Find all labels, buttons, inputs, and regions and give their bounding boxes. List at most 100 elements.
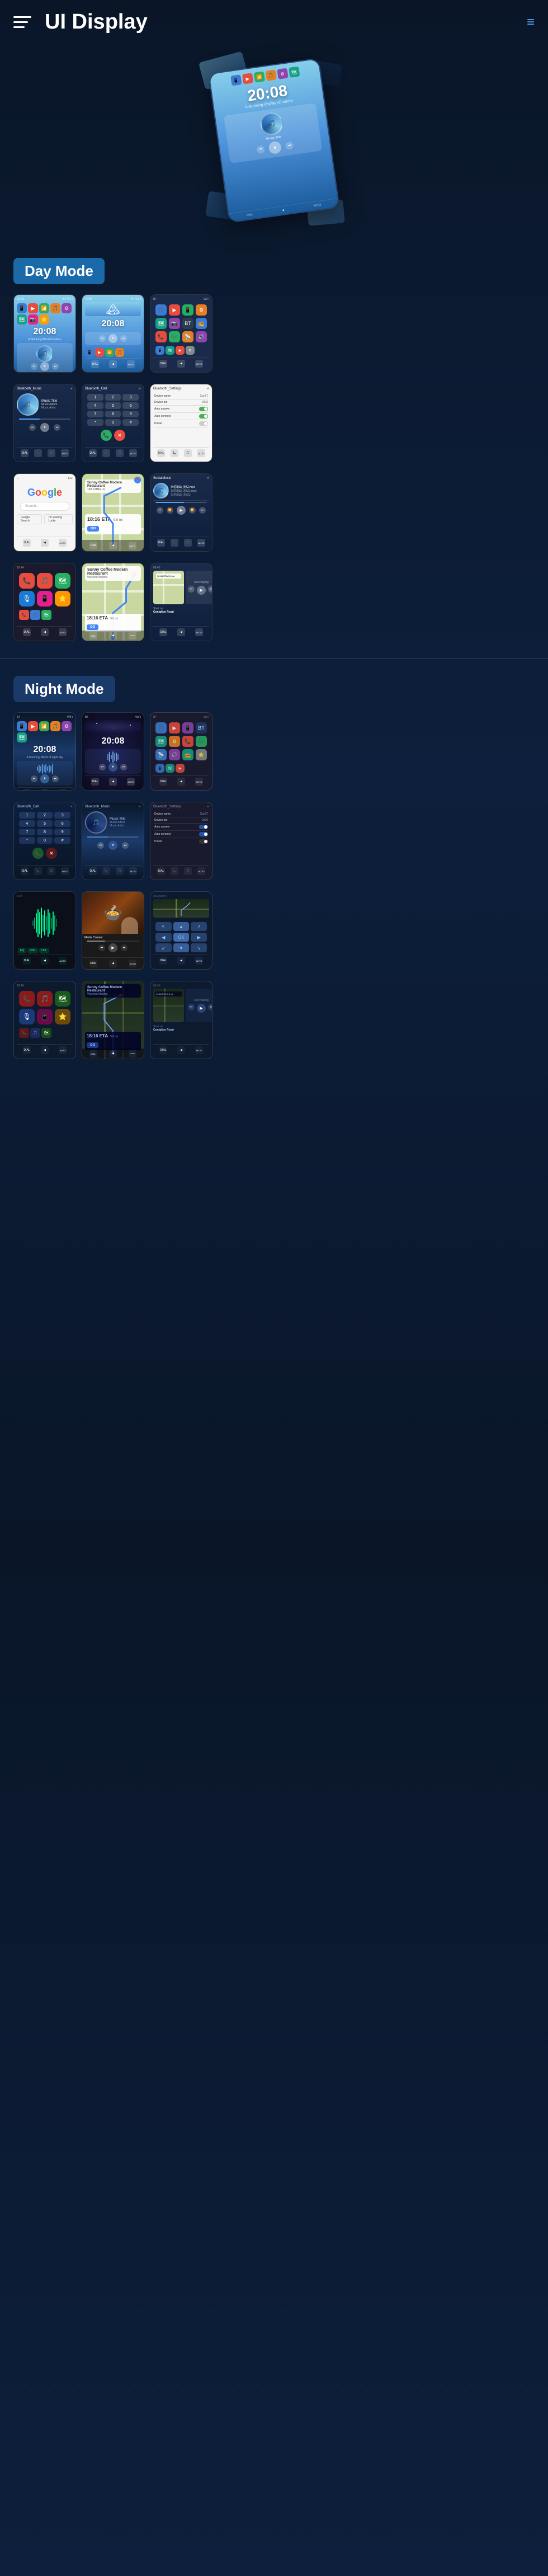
np-play[interactable]: ▶ (197, 586, 206, 595)
night-eq-1[interactable]: EQ (18, 948, 26, 953)
menu-icon[interactable] (13, 11, 37, 34)
night-auto-connect-toggle[interactable] (199, 832, 208, 836)
night-dock-3[interactable]: ▶ (176, 764, 185, 773)
night-go-btn[interactable]: GO (87, 1042, 98, 1048)
cp-dock-3[interactable]: 🗺 (41, 610, 51, 620)
cp-podcasts-icon[interactable]: 🎙 (19, 591, 35, 607)
food-next[interactable]: ⏭ (121, 944, 127, 951)
bt-prev[interactable]: ⏮ (29, 424, 36, 431)
app-icon-4[interactable]: ⚙ (196, 304, 207, 316)
night-app-4[interactable]: BT (196, 722, 207, 734)
night-eq-2[interactable]: DSP (27, 948, 37, 953)
night-num-7[interactable]: 7 (19, 829, 35, 835)
num-5[interactable]: 5 (105, 402, 121, 409)
auto-icon-2[interactable]: AUTO (127, 360, 135, 368)
prev-btn-1[interactable]: ⏮ (31, 363, 37, 370)
cp-dock-1[interactable]: 📞 (19, 610, 29, 620)
night-num-2[interactable]: 2 (37, 812, 53, 819)
night-dock-2[interactable]: 🗺 (166, 764, 174, 773)
night-app-6[interactable]: ⚙ (169, 736, 180, 747)
app-icon-1[interactable]: 🎵 (155, 304, 167, 316)
night-power-toggle[interactable] (199, 839, 208, 844)
bt-next[interactable]: ⏭ (54, 424, 60, 431)
app-icon-7[interactable]: BT (182, 318, 193, 329)
night-call-btn[interactable]: 📞 (32, 848, 44, 859)
night-np-next[interactable]: ⏭ (208, 1004, 212, 1010)
cp-maps-icon[interactable]: 🗺 (55, 573, 70, 589)
night-app-3[interactable]: 📱 (182, 722, 193, 734)
app-icon-12[interactable]: 🔊 (196, 331, 207, 342)
auto-connect-toggle[interactable] (199, 414, 208, 419)
night-app-7[interactable]: 📞 (182, 736, 193, 747)
back-icon-2[interactable]: ◀ (109, 360, 117, 368)
nav-arrow-bottomright[interactable]: ↘ (191, 943, 207, 952)
prev-btn-2[interactable]: ⏮ (99, 335, 106, 342)
app-icon-6[interactable]: 📷 (169, 318, 180, 329)
night-play-1[interactable]: ⏸ (40, 774, 49, 783)
night-num-0[interactable]: 0 (37, 837, 53, 844)
google-search-btn[interactable]: Google Search (17, 514, 42, 524)
nav-arrow-right[interactable]: ▶ (191, 933, 207, 942)
night-cp-dock-2[interactable]: 🎵 (30, 1028, 40, 1038)
auto-answer-toggle[interactable] (199, 407, 208, 411)
night-bt-play[interactable]: ⏸ (108, 841, 117, 850)
night-np-prev[interactable]: ⏮ (188, 1004, 195, 1010)
night-app-1[interactable]: 🎵 (155, 722, 167, 734)
cp-app1-icon[interactable]: 📱 (37, 591, 53, 607)
night-prev-2[interactable]: ⏮ (99, 764, 106, 770)
night-num-5[interactable]: 5 (37, 820, 53, 827)
night-bt-next[interactable]: ⏭ (122, 842, 129, 849)
night-num-3[interactable]: 3 (54, 812, 70, 819)
night-num-hash[interactable]: # (54, 837, 70, 844)
num-3[interactable]: 3 (122, 394, 139, 401)
app-icon-2[interactable]: ▶ (169, 304, 180, 316)
num-2[interactable]: 2 (105, 394, 121, 401)
app-icon-5[interactable]: 🗺 (155, 318, 167, 329)
food-prev[interactable]: ⏮ (98, 944, 105, 951)
night-num-9[interactable]: 9 (54, 829, 70, 835)
cp-dock-2[interactable]: 🎵 (30, 610, 40, 620)
num-1[interactable]: 1 (87, 394, 103, 401)
night-auto-answer-toggle[interactable] (199, 825, 208, 829)
night-app-9[interactable]: 📡 (155, 749, 167, 760)
social-next[interactable]: ⏭ (199, 507, 206, 514)
night-cp-phone[interactable]: 📞 (19, 991, 35, 1007)
num-star[interactable]: * (87, 419, 103, 426)
night-cp-music[interactable]: 🎵 (37, 991, 53, 1007)
next-btn-1[interactable]: ⏭ (52, 363, 59, 370)
social-back[interactable]: ⏪ (167, 507, 173, 514)
night-prev-1[interactable]: ⏮ (31, 775, 37, 782)
night-num-star[interactable]: * (19, 837, 35, 844)
power-toggle[interactable] (199, 421, 208, 426)
num-0[interactable]: 0 (105, 419, 121, 426)
call-btn[interactable]: 📞 (101, 430, 112, 441)
night-app-2[interactable]: ▶ (169, 722, 180, 734)
night-bt-prev[interactable]: ⏮ (97, 842, 104, 849)
night-dock-1[interactable]: 📱 (155, 764, 164, 773)
cp-app2-icon[interactable]: ⭐ (55, 591, 70, 607)
num-6[interactable]: 6 (122, 402, 139, 409)
social-play[interactable]: ▶ (177, 506, 186, 515)
np-next[interactable]: ⏭ (208, 586, 212, 593)
night-cp-maps[interactable]: 🗺 (55, 991, 70, 1007)
night-cp-podcasts[interactable]: 🎙 (19, 1009, 35, 1024)
cp-music-icon[interactable]: 🎵 (37, 573, 53, 589)
night-play-2[interactable]: ⏸ (108, 763, 117, 772)
night-num-8[interactable]: 8 (37, 829, 53, 835)
night-np-play[interactable]: ▶ (197, 1004, 206, 1013)
night-end-btn[interactable]: ✕ (46, 848, 57, 859)
app-icon-8[interactable]: 📻 (196, 318, 207, 329)
num-9[interactable]: 9 (122, 411, 139, 417)
play-btn-1[interactable]: ⏸ (40, 362, 49, 371)
app-icon-10[interactable]: 🎶 (169, 331, 180, 342)
np-prev[interactable]: ⏮ (188, 586, 195, 593)
nav-arrow-down[interactable]: ▼ (173, 943, 190, 952)
night-app-12[interactable]: ⭐ (196, 749, 207, 760)
nav-arrow-center[interactable]: OK (173, 933, 190, 942)
num-7[interactable]: 7 (87, 411, 103, 417)
bt-play[interactable]: ⏸ (40, 423, 49, 432)
food-play[interactable]: ▶ (108, 943, 117, 952)
night-app-5[interactable]: 🗺 (155, 736, 167, 747)
nav-go-btn[interactable]: GO (87, 624, 98, 630)
social-prev[interactable]: ⏮ (157, 507, 163, 514)
